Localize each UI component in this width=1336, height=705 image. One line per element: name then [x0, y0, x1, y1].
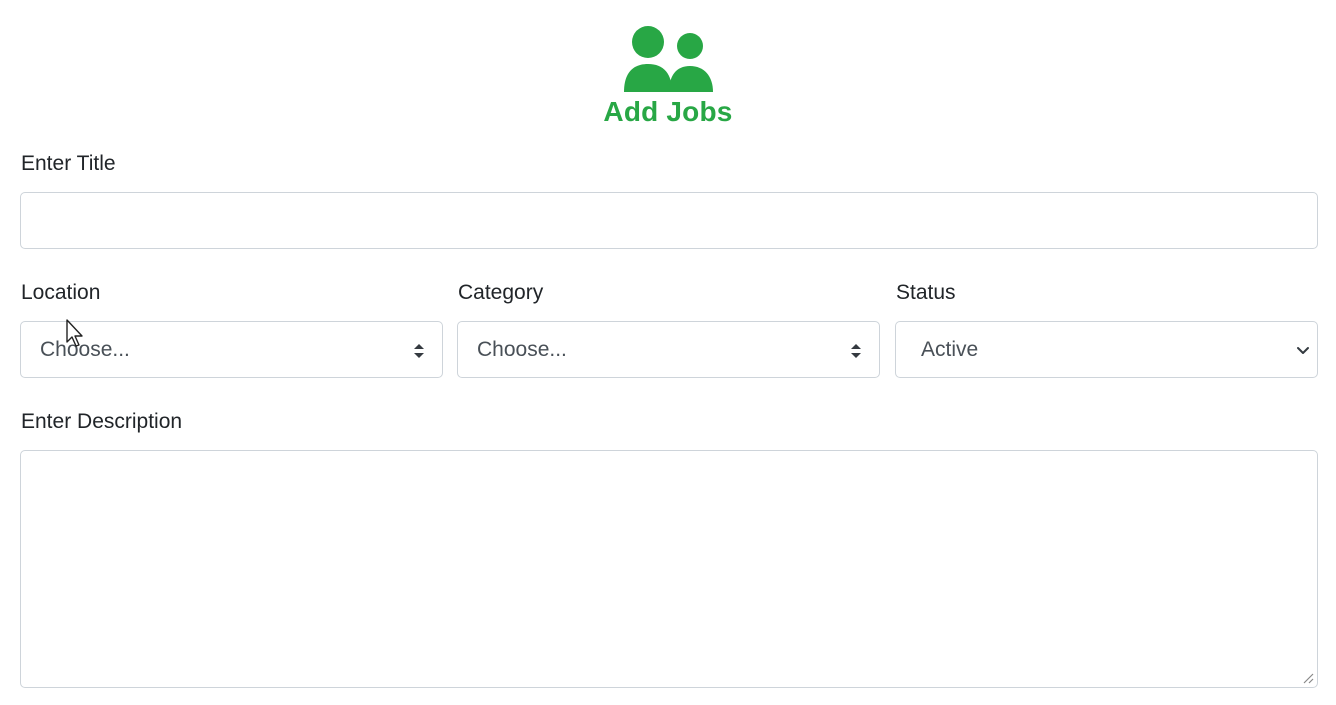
- chevron-down-icon: [1297, 347, 1309, 354]
- title-label: Enter Title: [21, 152, 116, 175]
- status-selected-value: Active: [921, 338, 979, 361]
- category-selected-value: Choose...: [477, 338, 567, 361]
- sort-arrows-icon: [414, 344, 424, 358]
- title-input[interactable]: [20, 192, 1318, 249]
- status-select[interactable]: Active: [895, 321, 1318, 378]
- description-label: Enter Description: [21, 410, 183, 433]
- page-header: Add Jobs: [0, 24, 1336, 128]
- status-label: Status: [896, 281, 956, 304]
- description-textarea[interactable]: [20, 450, 1318, 688]
- category-select[interactable]: Choose...: [457, 321, 880, 378]
- mouse-pointer-icon: [66, 319, 83, 347]
- sort-arrows-icon: [851, 344, 861, 358]
- resize-grip-icon[interactable]: [1302, 672, 1314, 684]
- location-label: Location: [21, 281, 101, 304]
- users-icon: [624, 26, 713, 92]
- add-jobs-page: Add Jobs Enter Title Location Choose... …: [0, 0, 1336, 705]
- page-title: Add Jobs: [603, 96, 733, 127]
- category-label: Category: [458, 281, 544, 304]
